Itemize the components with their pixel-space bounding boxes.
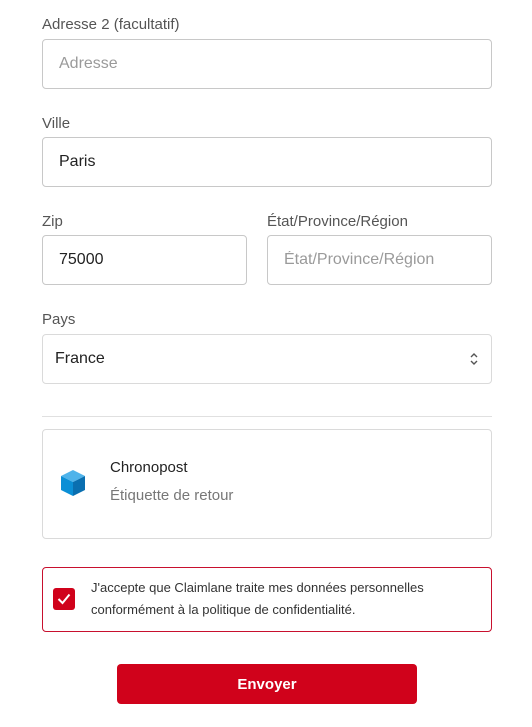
address2-input[interactable] <box>42 39 492 89</box>
zip-input[interactable] <box>42 235 247 285</box>
city-input[interactable] <box>42 137 492 187</box>
consent-text: J'accepte que Claimlane traite mes donné… <box>91 580 424 617</box>
zip-label: Zip <box>42 213 63 230</box>
chevron-up-down-icon <box>469 349 479 374</box>
address2-label: Adresse 2 (facultatif) <box>42 16 180 33</box>
submit-button[interactable]: Envoyer <box>117 664 417 704</box>
carrier-name: Chronopost <box>110 459 188 476</box>
checkmark-icon <box>57 593 71 605</box>
city-label: Ville <box>42 115 71 132</box>
country-select[interactable]: France <box>42 334 492 384</box>
carrier-subtitle: Étiquette de retour <box>110 487 234 504</box>
carrier-option-card[interactable]: Chronopost Étiquette de retour <box>42 429 492 539</box>
consent-box: J'accepte que Claimlane traite mes donné… <box>42 567 492 632</box>
consent-checkbox[interactable] <box>53 588 75 610</box>
box-icon <box>59 468 87 503</box>
state-input[interactable] <box>267 235 492 285</box>
country-selected-value: France <box>55 350 105 367</box>
state-label: État/Province/Région <box>267 213 408 230</box>
country-label: Pays <box>42 311 76 328</box>
section-divider <box>42 416 492 417</box>
